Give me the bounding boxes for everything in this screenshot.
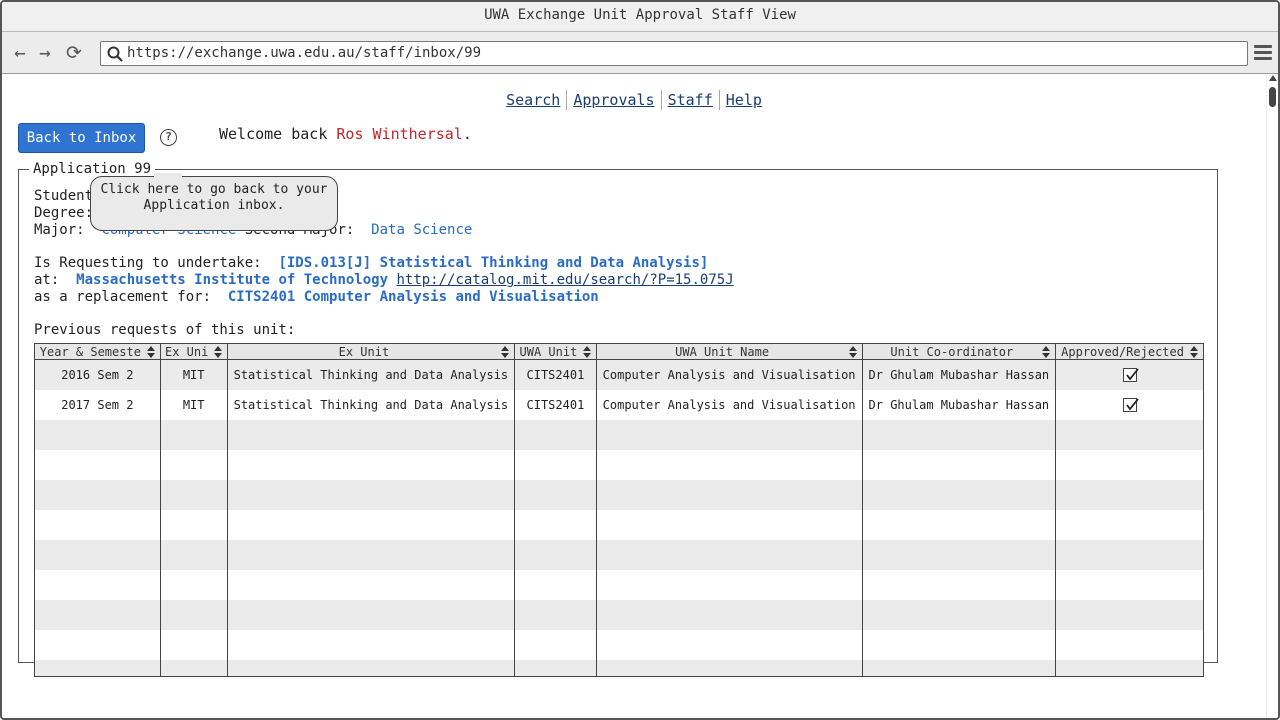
- top-nav-links: Search Approvals Staff Help: [2, 90, 1266, 110]
- tooltip-line-1: Click here to go back to your: [100, 182, 328, 197]
- column-header-ex-uni[interactable]: Ex Uni: [159, 343, 228, 360]
- cell-year-semester: 2016 Sem 2: [34, 359, 161, 390]
- column-header-uwa-unit-name[interactable]: UWA Unit Name: [595, 343, 863, 360]
- sort-icon[interactable]: [500, 345, 510, 359]
- empty-table-row: [34, 449, 1204, 480]
- cell-unit-coordinator: Dr Ghulam Mubashar Hassan: [861, 359, 1057, 390]
- empty-table-row: [34, 539, 1204, 570]
- empty-table-row: [34, 509, 1204, 540]
- requesting-label: Is Requesting to undertake:: [34, 255, 262, 271]
- nav-link-help[interactable]: Help: [720, 91, 768, 109]
- window-title: UWA Exchange Unit Approval Staff View: [2, 2, 1278, 32]
- empty-table-row: [34, 659, 1204, 677]
- second-major-value: Data Science: [371, 222, 473, 238]
- cell-uwa-unit: CITS2401: [514, 359, 597, 390]
- table-row[interactable]: 2017 Sem 2 MIT Statistical Thinking and …: [34, 389, 1204, 420]
- degree-label: Degree:: [34, 205, 94, 221]
- at-label: at:: [34, 272, 60, 288]
- requested-unit: [IDS.013[J] Statistical Thinking and Dat…: [278, 255, 709, 271]
- cell-ex-unit: Statistical Thinking and Data Analysis: [226, 389, 516, 420]
- welcome-suffix: .: [462, 125, 472, 143]
- tooltip-line-2: Application inbox.: [143, 198, 285, 213]
- url-text: https://exchange.uwa.edu.au/staff/inbox/…: [127, 45, 482, 61]
- back-to-inbox-button[interactable]: Back to Inbox: [18, 123, 145, 153]
- student-label: Student: [34, 188, 94, 204]
- user-name: Ros Winthersal: [336, 125, 463, 143]
- empty-table-row: [34, 629, 1204, 660]
- nav-link-approvals[interactable]: Approvals: [567, 91, 660, 109]
- column-header-approved-rejected[interactable]: Approved/Rejected: [1055, 343, 1204, 360]
- search-icon: [107, 46, 123, 62]
- help-icon[interactable]: ?: [160, 129, 177, 146]
- replacement-label: as a replacement for:: [34, 289, 212, 305]
- scroll-thumb[interactable]: [1269, 87, 1276, 107]
- cell-ex-uni: MIT: [159, 389, 228, 420]
- sort-icon[interactable]: [1041, 345, 1051, 359]
- cell-unit-coordinator: Dr Ghulam Mubashar Hassan: [861, 389, 1057, 420]
- approved-checkbox-icon[interactable]: [1122, 368, 1139, 382]
- sort-icon[interactable]: [848, 345, 858, 359]
- cell-uwa-unit-name: Computer Analysis and Visualisation: [595, 359, 863, 390]
- application-legend: Application 99: [33, 161, 152, 177]
- hamburger-menu-icon[interactable]: [1254, 45, 1272, 61]
- tooltip-pointer-cover: [154, 173, 182, 179]
- previous-requests-label: Previous requests of this unit:: [34, 322, 296, 338]
- cell-uwa-unit: CITS2401: [514, 389, 597, 420]
- sort-icon[interactable]: [582, 345, 592, 359]
- welcome-message: Welcome back Ros Winthersal.: [219, 125, 472, 143]
- requesting-row: Is Requesting to undertake: [IDS.013[J] …: [34, 255, 708, 271]
- sort-icon[interactable]: [1189, 345, 1199, 359]
- browser-window: UWA Exchange Unit Approval Staff View ← …: [0, 0, 1280, 720]
- column-header-uwa-unit[interactable]: UWA Unit: [514, 343, 597, 360]
- column-header-unit-coordinator[interactable]: Unit Co-ordinator: [861, 343, 1057, 360]
- table-header-row: Year & Semeste Ex Uni Ex Unit UWA Unit U…: [34, 343, 1204, 360]
- scrollbar[interactable]: [1266, 75, 1278, 718]
- institution-row: at: Massachusetts Institute of Technolog…: [34, 272, 734, 288]
- sort-icon[interactable]: [146, 345, 156, 359]
- address-bar[interactable]: https://exchange.uwa.edu.au/staff/inbox/…: [100, 41, 1248, 66]
- nav-link-search[interactable]: Search: [500, 91, 566, 109]
- empty-table-row: [34, 479, 1204, 510]
- cell-approved-rejected: [1055, 389, 1204, 420]
- cell-uwa-unit-name: Computer Analysis and Visualisation: [595, 389, 863, 420]
- column-header-year-semester[interactable]: Year & Semeste: [34, 343, 161, 360]
- approved-checkbox-icon[interactable]: [1122, 397, 1139, 412]
- table-row[interactable]: 2016 Sem 2 MIT Statistical Thinking and …: [34, 359, 1204, 390]
- replacement-unit: CITS2401 Computer Analysis and Visualisa…: [227, 289, 599, 305]
- back-arrow-icon[interactable]: ←: [10, 43, 30, 63]
- institution-link[interactable]: http://catalog.mit.edu/search/?P=15.075J: [396, 272, 733, 288]
- cell-ex-unit: Statistical Thinking and Data Analysis: [226, 359, 516, 390]
- reload-icon[interactable]: ⟳: [64, 43, 84, 63]
- sort-icon[interactable]: [213, 345, 223, 359]
- cell-approved-rejected: [1055, 359, 1204, 390]
- empty-table-row: [34, 419, 1204, 450]
- empty-table-row: [34, 599, 1204, 630]
- forward-arrow-icon[interactable]: →: [35, 43, 55, 63]
- browser-toolbar: ← → ⟳ https://exchange.uwa.edu.au/staff/…: [2, 32, 1278, 74]
- nav-link-staff[interactable]: Staff: [662, 91, 719, 109]
- empty-table-row: [34, 569, 1204, 600]
- cell-year-semester: 2017 Sem 2: [34, 389, 161, 420]
- cell-ex-uni: MIT: [159, 359, 228, 390]
- previous-requests-table: Year & Semeste Ex Uni Ex Unit UWA Unit U…: [34, 343, 1204, 677]
- scroll-up-icon[interactable]: [1269, 75, 1277, 81]
- institution-name: Massachusetts Institute of Technology: [76, 272, 389, 288]
- column-header-ex-unit[interactable]: Ex Unit: [226, 343, 516, 360]
- welcome-prefix: Welcome back: [219, 125, 337, 143]
- replacement-row: as a replacement for: CITS2401 Computer …: [34, 289, 599, 305]
- help-tooltip: Click here to go back to your Applicatio…: [90, 176, 338, 231]
- major-label: Major:: [34, 222, 85, 238]
